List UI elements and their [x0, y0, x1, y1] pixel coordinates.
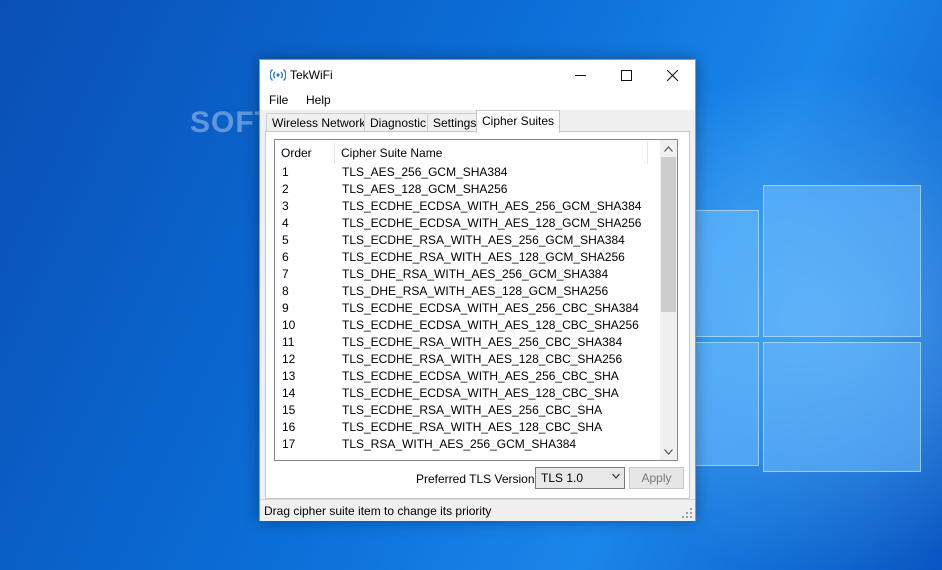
row-order: 12: [282, 352, 296, 366]
desktop-windows-logo: [695, 180, 942, 480]
close-icon: [666, 69, 678, 81]
vertical-scrollbar[interactable]: [660, 140, 677, 460]
logo-pane: [763, 185, 921, 337]
table-row[interactable]: 12 TLS_ECDHE_RSA_WITH_AES_128_CBC_SHA256: [275, 351, 662, 368]
list-header: Order Cipher Suite Name: [275, 140, 662, 164]
scroll-thumb[interactable]: [661, 157, 676, 312]
row-order: 11: [282, 335, 295, 349]
row-order: 14: [282, 386, 296, 400]
logo-pane: [695, 210, 759, 337]
table-row[interactable]: 14 TLS_ECDHE_ECDSA_WITH_AES_128_CBC_SHA: [275, 385, 662, 402]
row-cipher-name: TLS_ECDHE_ECDSA_WITH_AES_256_CBC_SHA384: [342, 301, 639, 315]
table-row[interactable]: 7 TLS_DHE_RSA_WITH_AES_256_GCM_SHA384: [275, 266, 662, 283]
row-order: 4: [282, 216, 289, 230]
tls-version-select[interactable]: TLS 1.0: [535, 467, 625, 489]
row-cipher-name: TLS_ECDHE_RSA_WITH_AES_128_CBC_SHA256: [342, 352, 623, 366]
table-row[interactable]: 13 TLS_ECDHE_ECDSA_WITH_AES_256_CBC_SHA: [275, 368, 662, 385]
row-order: 8: [282, 284, 289, 298]
row-cipher-name: TLS_AES_128_GCM_SHA256: [342, 182, 508, 196]
table-row[interactable]: 6 TLS_ECDHE_RSA_WITH_AES_128_GCM_SHA256: [275, 249, 662, 266]
row-cipher-name: TLS_ECDHE_RSA_WITH_AES_128_CBC_SHA: [342, 420, 603, 434]
scroll-down-button[interactable]: [660, 443, 677, 460]
menu-file[interactable]: File: [269, 93, 288, 107]
row-order: 13: [282, 369, 296, 383]
title-bar[interactable]: TekWiFi: [260, 60, 695, 90]
maximize-button[interactable]: [603, 60, 649, 90]
table-row[interactable]: 5 TLS_ECDHE_RSA_WITH_AES_256_GCM_SHA384: [275, 232, 662, 249]
table-row[interactable]: 11 TLS_ECDHE_RSA_WITH_AES_256_CBC_SHA384: [275, 334, 662, 351]
close-button[interactable]: [649, 60, 695, 90]
table-row[interactable]: 15 TLS_ECDHE_RSA_WITH_AES_256_CBC_SHA: [275, 402, 662, 419]
logo-pane: [695, 342, 759, 466]
column-header-order[interactable]: Order: [281, 146, 312, 160]
table-row[interactable]: 2 TLS_AES_128_GCM_SHA256: [275, 181, 662, 198]
row-cipher-name: TLS_ECDHE_ECDSA_WITH_AES_128_CBC_SHA256: [342, 318, 639, 332]
tls-version-label: Preferred TLS Version:: [416, 472, 538, 486]
minimize-button[interactable]: [557, 60, 603, 90]
row-order: 15: [282, 403, 296, 417]
column-header-name[interactable]: Cipher Suite Name: [341, 146, 442, 160]
row-cipher-name: TLS_ECDHE_RSA_WITH_AES_256_CBC_SHA384: [342, 335, 623, 349]
table-row[interactable]: 17 TLS_RSA_WITH_AES_256_GCM_SHA384: [275, 436, 662, 453]
row-cipher-name: TLS_ECDHE_ECDSA_WITH_AES_256_CBC_SHA: [342, 369, 619, 383]
tab-settings[interactable]: Settings: [427, 113, 483, 132]
menu-bar: File Help: [260, 90, 695, 110]
row-cipher-name: TLS_DHE_RSA_WITH_AES_256_GCM_SHA384: [342, 267, 609, 281]
row-order: 10: [282, 318, 296, 332]
table-row[interactable]: 1 TLS_AES_256_GCM_SHA384: [275, 164, 662, 181]
row-cipher-name: TLS_ECDHE_ECDSA_WITH_AES_256_GCM_SHA384: [342, 199, 642, 213]
status-text: Drag cipher suite item to change its pri…: [264, 504, 492, 518]
maximize-icon: [620, 69, 632, 81]
chevron-up-icon: [664, 145, 673, 152]
tab-diagnostic[interactable]: Diagnostic: [364, 113, 433, 132]
row-order: 7: [282, 267, 289, 281]
row-order: 6: [282, 250, 289, 264]
scroll-up-button[interactable]: [660, 140, 677, 157]
table-row[interactable]: 8 TLS_DHE_RSA_WITH_AES_128_GCM_SHA256: [275, 283, 662, 300]
tls-version-value: TLS 1.0: [541, 471, 584, 485]
row-cipher-name: TLS_ECDHE_RSA_WITH_AES_256_CBC_SHA: [342, 403, 603, 417]
row-cipher-name: TLS_AES_256_GCM_SHA384: [342, 165, 508, 179]
wifi-signal-icon: [270, 69, 286, 81]
cipher-suite-list[interactable]: Order Cipher Suite Name 1 TLS_AES_256_GCM…: [274, 139, 678, 461]
table-row[interactable]: 9 TLS_ECDHE_ECDSA_WITH_AES_256_CBC_SHA384: [275, 300, 662, 317]
logo-pane: [763, 342, 921, 472]
column-divider[interactable]: [334, 142, 335, 164]
column-divider[interactable]: [647, 142, 648, 164]
table-row[interactable]: 4 TLS_ECDHE_ECDSA_WITH_AES_128_GCM_SHA256: [275, 215, 662, 232]
table-row[interactable]: 10 TLS_ECDHE_ECDSA_WITH_AES_128_CBC_SHA25…: [275, 317, 662, 334]
chevron-down-icon: [612, 473, 620, 479]
menu-help[interactable]: Help: [306, 93, 331, 107]
window-title: TekWiFi: [290, 68, 333, 82]
table-row[interactable]: 3 TLS_ECDHE_ECDSA_WITH_AES_256_GCM_SHA384: [275, 198, 662, 215]
minimize-icon: [574, 74, 586, 76]
apply-button[interactable]: Apply: [629, 467, 684, 489]
table-row[interactable]: 16 TLS_ECDHE_RSA_WITH_AES_128_CBC_SHA: [275, 419, 662, 436]
list-rows: 1 TLS_AES_256_GCM_SHA384 2 TLS_AES_128_GCM_…: [275, 164, 662, 453]
chevron-down-icon: [664, 448, 673, 455]
app-window: TekWiFi File Help Wireless Networks Diag…: [259, 59, 696, 521]
row-cipher-name: TLS_ECDHE_ECDSA_WITH_AES_128_GCM_SHA256: [342, 216, 642, 230]
row-order: 9: [282, 301, 289, 315]
resize-grip-icon[interactable]: [682, 508, 692, 518]
row-cipher-name: TLS_ECDHE_RSA_WITH_AES_256_GCM_SHA384: [342, 233, 625, 247]
row-order: 1: [282, 165, 289, 179]
row-cipher-name: TLS_ECDHE_ECDSA_WITH_AES_128_CBC_SHA: [342, 386, 619, 400]
cipher-suites-panel: Order Cipher Suite Name 1 TLS_AES_256_GCM…: [265, 131, 690, 499]
row-cipher-name: TLS_RSA_WITH_AES_256_GCM_SHA384: [342, 437, 577, 451]
tab-cipher-suites[interactable]: Cipher Suites: [476, 110, 561, 133]
row-order: 16: [282, 420, 296, 434]
tab-wireless-networks[interactable]: Wireless Networks: [266, 113, 378, 132]
row-order: 2: [282, 182, 289, 196]
row-order: 5: [282, 233, 289, 247]
row-order: 17: [282, 437, 296, 451]
row-cipher-name: TLS_DHE_RSA_WITH_AES_128_GCM_SHA256: [342, 284, 609, 298]
row-cipher-name: TLS_ECDHE_RSA_WITH_AES_128_GCM_SHA256: [342, 250, 625, 264]
status-bar: Drag cipher suite item to change its pri…: [260, 499, 695, 521]
row-order: 3: [282, 199, 289, 213]
